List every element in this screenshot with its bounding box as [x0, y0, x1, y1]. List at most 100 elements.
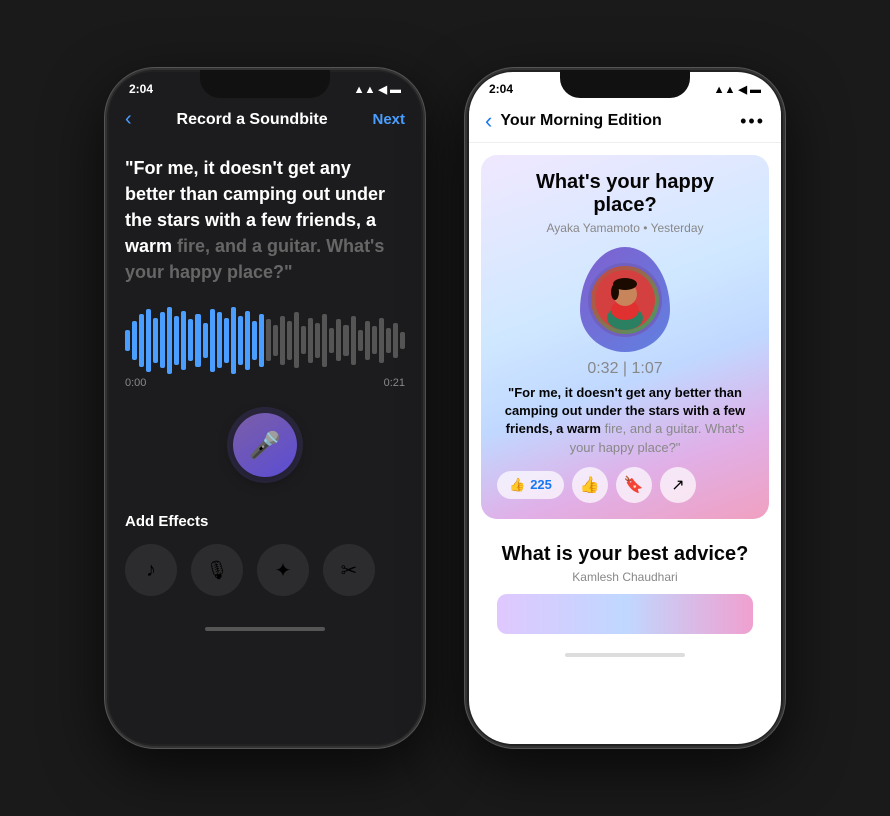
dark-phone: 2:04 ▲▲ ◀ ▬ ‹ Record a Soundbite Next "F… — [105, 68, 425, 748]
like-button[interactable]: 👍 225 — [497, 471, 564, 499]
quote-text: "For me, it doesn't get any better than … — [125, 155, 405, 285]
waveform-times: 0:00 0:21 — [125, 377, 405, 389]
like-count: 225 — [530, 477, 552, 492]
wave-bar — [379, 318, 384, 364]
thumbs-up-icon: 👍 — [509, 477, 525, 493]
wave-bar — [231, 307, 236, 374]
effect-sparkle-button[interactable]: ✦ — [257, 544, 309, 596]
dark-nav-title: Record a Soundbite — [177, 111, 328, 129]
dark-time: 2:04 — [129, 82, 153, 96]
wave-bar — [280, 316, 285, 365]
second-post-preview — [497, 594, 753, 634]
avatar-container — [497, 247, 753, 352]
effect-cut-button[interactable]: ✂ — [323, 544, 375, 596]
wave-bar — [167, 307, 172, 374]
post-author: Ayaka Yamamoto — [547, 221, 640, 235]
waveform-container[interactable]: 0:00 0:21 — [125, 305, 405, 389]
more-button[interactable]: ••• — [740, 111, 765, 132]
wave-bar — [294, 312, 299, 368]
light-nav-title: Your Morning Edition — [500, 112, 740, 130]
wave-bar — [358, 330, 363, 351]
light-status-icons: ▲▲ ◀ ▬ — [714, 83, 761, 96]
light-home-indicator — [469, 638, 781, 672]
home-indicator — [109, 612, 421, 646]
light-nav-bar: ‹ Your Morning Edition ••• — [469, 100, 781, 143]
wave-bar — [195, 314, 200, 367]
light-home-bar — [565, 653, 685, 657]
wave-bar — [308, 318, 313, 364]
post-separator: • — [643, 221, 650, 235]
wave-bar — [329, 328, 334, 353]
record-button[interactable]: 🎤 — [233, 413, 297, 477]
scissors-icon: ✂ — [341, 558, 358, 583]
sparkle-icon: ✦ — [275, 558, 292, 583]
effects-row: ♪ 🎙 ✦ ✂ — [125, 544, 405, 596]
wave-bar — [287, 321, 292, 360]
wave-bar — [252, 321, 257, 360]
post-quote: "For me, it doesn't get any better than … — [497, 384, 753, 457]
effects-title: Add Effects — [125, 513, 405, 530]
waveform — [125, 305, 405, 375]
light-phone: 2:04 ▲▲ ◀ ▬ ‹ Your Morning Edition ••• W… — [465, 68, 785, 748]
dark-status-bar: 2:04 ▲▲ ◀ ▬ — [109, 72, 421, 100]
wave-bar — [259, 314, 264, 367]
post-title: What's your happy place? — [497, 171, 753, 217]
wave-bar — [174, 316, 179, 365]
wave-bar — [153, 318, 158, 364]
light-phone-screen: 2:04 ▲▲ ◀ ▬ ‹ Your Morning Edition ••• W… — [469, 72, 781, 744]
record-button-container: 🎤 — [125, 413, 405, 477]
wave-bar — [400, 332, 405, 350]
microphone-icon: 🎤 — [249, 430, 281, 461]
dark-content-area: "For me, it doesn't get any better than … — [109, 139, 421, 513]
second-post-author: Kamlesh Chaudhari — [485, 570, 765, 584]
playback-time: 0:32 | 1:07 — [497, 360, 753, 378]
music-icon: ♪ — [146, 559, 156, 582]
wave-bar — [372, 326, 377, 354]
share-icon: ↗ — [671, 475, 684, 495]
wave-bar — [203, 323, 208, 358]
wave-bar — [343, 325, 348, 357]
wave-bar — [132, 321, 137, 360]
wave-bar — [188, 319, 193, 361]
like-outline-icon: 👍 — [580, 475, 600, 495]
wave-bar — [224, 318, 229, 364]
like-icon-button[interactable]: 👍 — [572, 467, 608, 503]
wave-bar — [393, 323, 398, 358]
wave-bar — [139, 314, 144, 367]
post-card: What's your happy place? Ayaka Yamamoto … — [481, 155, 769, 519]
dark-back-button[interactable]: ‹ — [125, 108, 132, 131]
dark-next-button[interactable]: Next — [372, 111, 405, 128]
person-svg — [595, 270, 655, 330]
dark-phone-screen: 2:04 ▲▲ ◀ ▬ ‹ Record a Soundbite Next "F… — [109, 72, 421, 744]
bookmark-button[interactable]: 🔖 — [616, 467, 652, 503]
share-button[interactable]: ↗ — [660, 467, 696, 503]
wave-bar — [322, 314, 327, 367]
waveform-end-time: 0:21 — [384, 377, 405, 389]
bookmark-icon: 🔖 — [624, 475, 644, 495]
light-back-button[interactable]: ‹ — [485, 108, 492, 134]
wave-bar — [351, 316, 356, 365]
effect-voice-button[interactable]: 🎙 — [191, 544, 243, 596]
effect-music-button[interactable]: ♪ — [125, 544, 177, 596]
wave-bar — [386, 328, 391, 353]
dark-status-icons: ▲▲ ◀ ▬ — [354, 83, 401, 96]
post-meta: Ayaka Yamamoto • Yesterday — [497, 221, 753, 235]
avatar — [588, 263, 662, 337]
light-time: 2:04 — [489, 82, 513, 96]
wave-bar — [217, 312, 222, 368]
wave-bar — [365, 321, 370, 360]
wave-bar — [266, 319, 271, 361]
wave-bar — [210, 309, 215, 372]
playback-total: 1:07 — [632, 360, 663, 377]
wave-bar — [160, 312, 165, 368]
effects-section: Add Effects ♪ 🎙 ✦ ✂ — [109, 513, 421, 612]
playback-separator: | — [623, 360, 632, 377]
wave-bar — [181, 311, 186, 371]
dark-nav-bar: ‹ Record a Soundbite Next — [109, 100, 421, 139]
voice-icon: 🎙 — [206, 560, 229, 581]
wave-bar — [336, 319, 341, 361]
waveform-start-time: 0:00 — [125, 377, 146, 389]
wave-bar — [273, 325, 278, 357]
wave-bar — [301, 326, 306, 354]
second-post: What is your best advice? Kamlesh Chaudh… — [469, 531, 781, 638]
